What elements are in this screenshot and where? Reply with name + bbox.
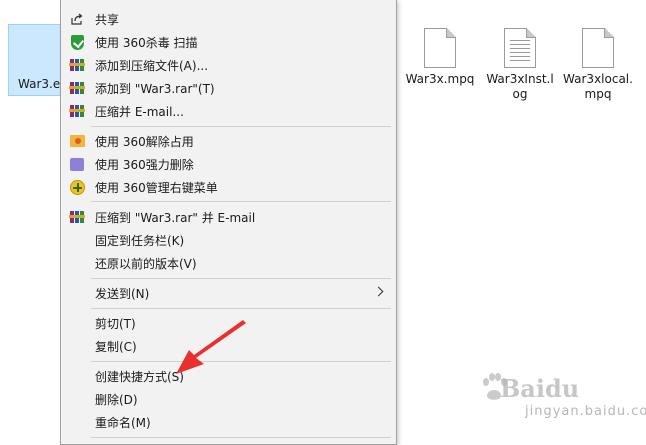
baidu-watermark: Baidu jingyan.baidu.com (440, 364, 646, 424)
watermark-text: jingyan.baidu.com (525, 404, 646, 419)
watermark-brand: Baidu (500, 374, 580, 403)
